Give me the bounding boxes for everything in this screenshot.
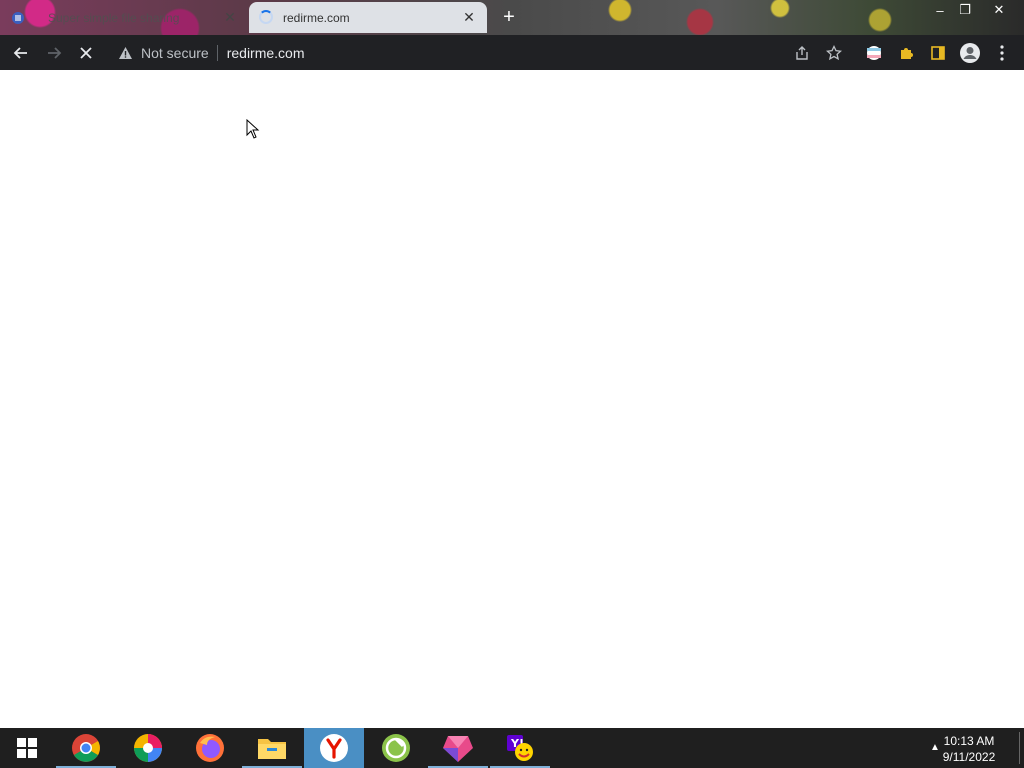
mouse-cursor-icon [246,119,260,139]
taskbar-pinwheel-app[interactable] [118,728,178,768]
green-app-icon [382,734,410,762]
forward-button[interactable] [42,41,66,65]
avatar-icon [960,43,980,63]
taskbar-green-app[interactable] [366,728,426,768]
share-icon [796,46,808,60]
back-button[interactable] [9,41,33,65]
tab-strip: Super simple file sharing ✕ redirme.com … [0,0,1024,35]
side-panel-icon [931,46,945,60]
forward-arrow-icon [48,47,62,59]
back-arrow-icon [13,47,27,59]
extension-flag-icon [867,46,881,60]
taskbar-yahoo-messenger[interactable]: Y! [490,728,550,768]
tab-file-sharing[interactable]: Super simple file sharing ✕ [0,2,248,33]
file-explorer-icon [258,739,286,759]
warning-icon [119,46,132,59]
restore-button[interactable]: ❐ [950,0,980,20]
dropbox-favicon-icon [10,10,26,26]
pink-gem-app-icon [443,736,473,762]
show-desktop-divider[interactable] [1019,732,1020,764]
extension-flag-button[interactable] [862,41,886,65]
close-tab-icon[interactable]: ✕ [222,9,238,26]
close-tab-icon[interactable]: ✕ [461,9,477,26]
close-window-button[interactable]: ✕ [984,0,1014,20]
tab-title: Super simple file sharing [48,10,180,25]
pinwheel-app-icon [134,734,162,762]
puzzle-icon [901,48,913,59]
clock-time: 10:13 AM [943,734,995,748]
address-bar[interactable]: Not secure redirme.com [110,39,850,66]
system-clock[interactable]: 10:13 AM 9/11/2022 [934,733,1004,765]
stop-loading-button[interactable] [74,41,98,65]
browser-toolbar: Not secure redirme.com [0,35,1024,70]
tab-redirme[interactable]: redirme.com ✕ [249,2,487,33]
start-button[interactable] [0,728,54,768]
taskbar-firefox[interactable] [180,728,240,768]
url-text[interactable]: redirme.com [218,45,305,61]
taskbar-pink-gem-app[interactable] [428,728,488,768]
windows-taskbar: Y! ▲ 10:13 AM 9/11/2022 [0,728,1024,768]
taskbar-chrome[interactable] [56,728,116,768]
bookmark-button[interactable] [822,41,846,65]
yahoo-messenger-icon: Y! [507,735,533,761]
tab-title: redirme.com [283,10,350,25]
taskbar-yandex-browser[interactable] [304,728,364,768]
menu-button[interactable] [990,41,1014,65]
security-label: Not secure [141,44,209,61]
star-icon [826,45,842,61]
page-viewport [0,70,1024,728]
security-indicator[interactable]: Not secure [110,44,218,61]
loading-spinner-icon [259,9,275,26]
chrome-icon [72,734,100,762]
firefox-icon [196,734,224,762]
new-tab-button[interactable]: + [498,7,520,28]
clock-date: 9/11/2022 [942,750,996,764]
yandex-browser-icon [320,734,348,762]
taskbar-file-explorer[interactable] [242,728,302,768]
windows-logo-icon [17,738,37,758]
profile-button[interactable] [958,41,982,65]
share-button[interactable] [790,41,814,65]
stop-icon [80,47,92,59]
more-vert-icon [1000,45,1004,61]
side-panel-button[interactable] [926,41,950,65]
extensions-button[interactable] [894,41,918,65]
